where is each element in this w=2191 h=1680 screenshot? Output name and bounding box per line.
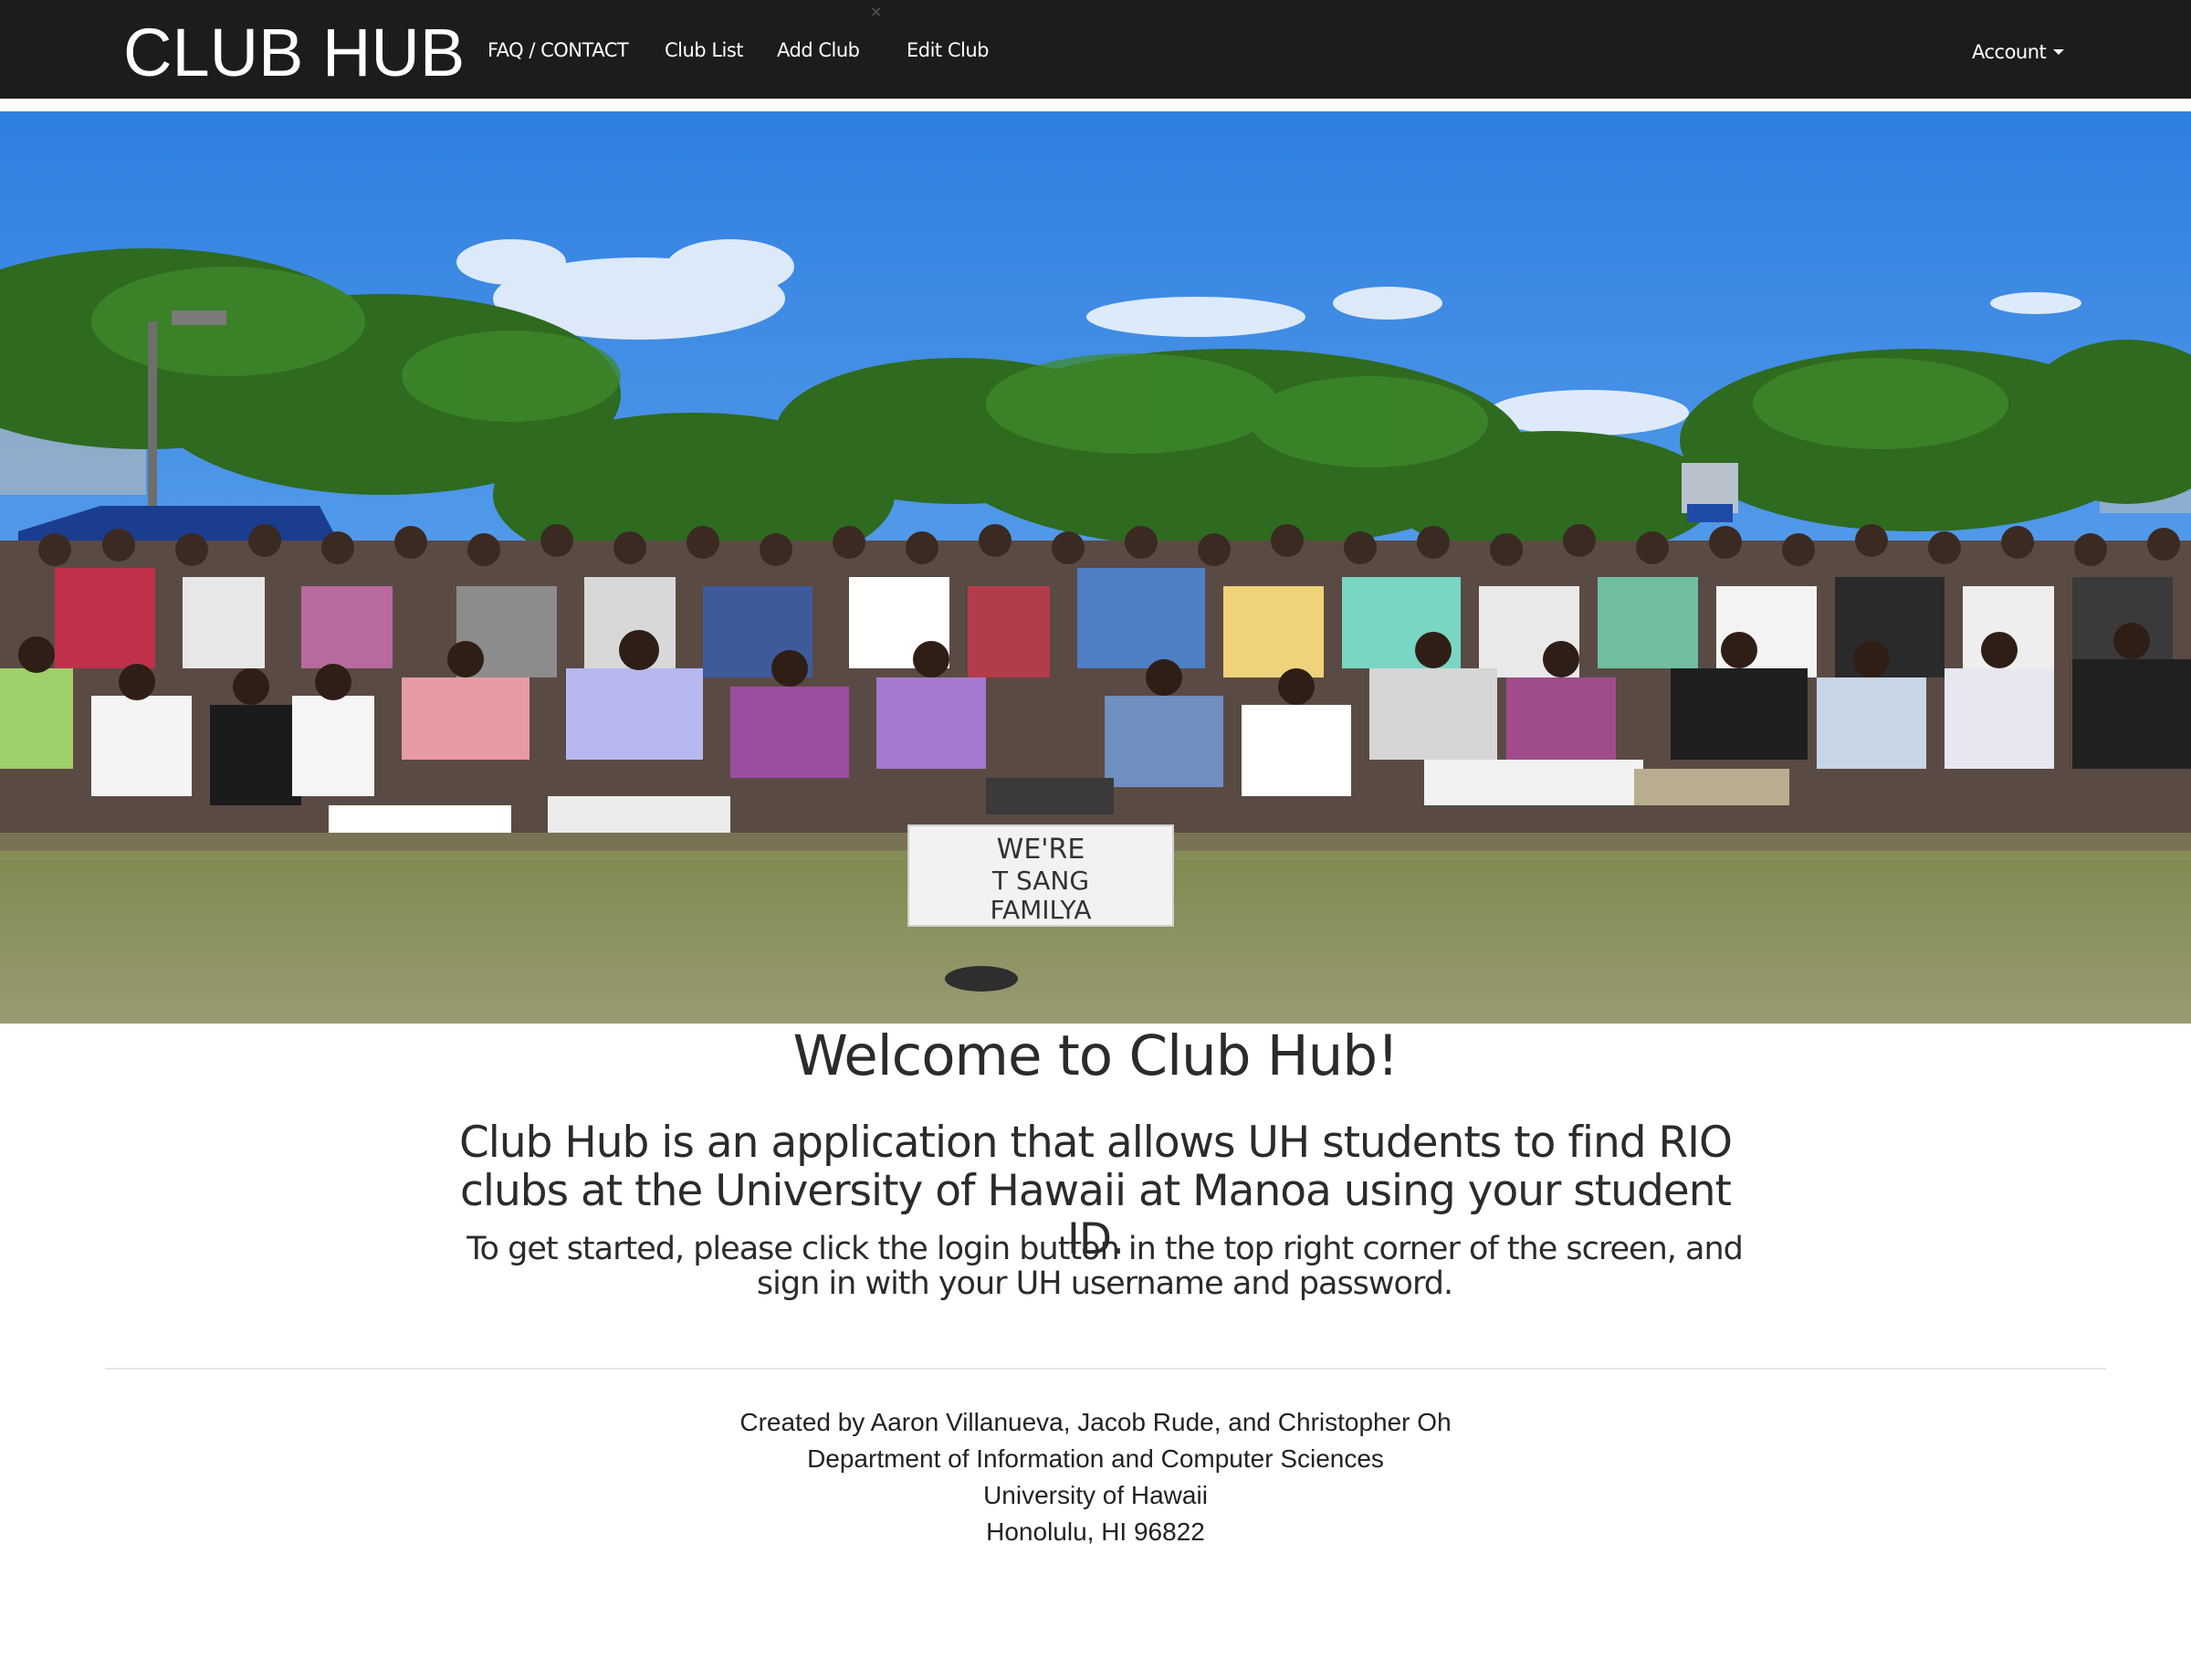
account-dropdown[interactable]: Account — [1972, 38, 2047, 66]
nav-link-edit-club[interactable]: Edit Club — [907, 37, 989, 64]
hero-sign: WE'RE T SANG FAMILYA — [907, 824, 1174, 927]
close-icon[interactable]: × — [870, 3, 882, 20]
footer-divider — [105, 1368, 2106, 1370]
footer: Created by Aaron Villanueva, Jacob Rude,… — [0, 1404, 2191, 1550]
footer-university: University of Hawaii — [983, 1481, 1208, 1509]
sign-line-2: T SANG — [991, 866, 1089, 896]
welcome-heading: Welcome to Club Hub! — [792, 1024, 1399, 1088]
brand-logo[interactable]: CLUB HUB — [123, 13, 465, 93]
login-instructions-text: To get started, please click the login b… — [467, 1231, 1744, 1302]
caret-down-icon[interactable] — [2053, 49, 2064, 55]
sign-line-3: FAMILYA — [990, 895, 1091, 925]
sign-line-1: WE'RE — [997, 834, 1085, 866]
footer-address: Honolulu, HI 96822 — [986, 1517, 1205, 1546]
nav-link-add-club[interactable]: Add Club — [777, 37, 860, 64]
hero-group-photo: WE'RE T SANG FAMILYA — [0, 111, 2191, 1024]
nav-link-faq-contact[interactable]: FAQ / CONTACT — [487, 37, 629, 64]
hero-photo-illustration: WE'RE T SANG FAMILYA — [0, 111, 2191, 1024]
footer-department: Department of Information and Computer S… — [807, 1444, 1384, 1473]
footer-credits: Created by Aaron Villanueva, Jacob Rude,… — [739, 1408, 1452, 1436]
top-navbar: CLUB HUB × FAQ / CONTACT Club List Add C… — [0, 0, 2191, 105]
nav-link-club-list[interactable]: Club List — [665, 37, 744, 64]
